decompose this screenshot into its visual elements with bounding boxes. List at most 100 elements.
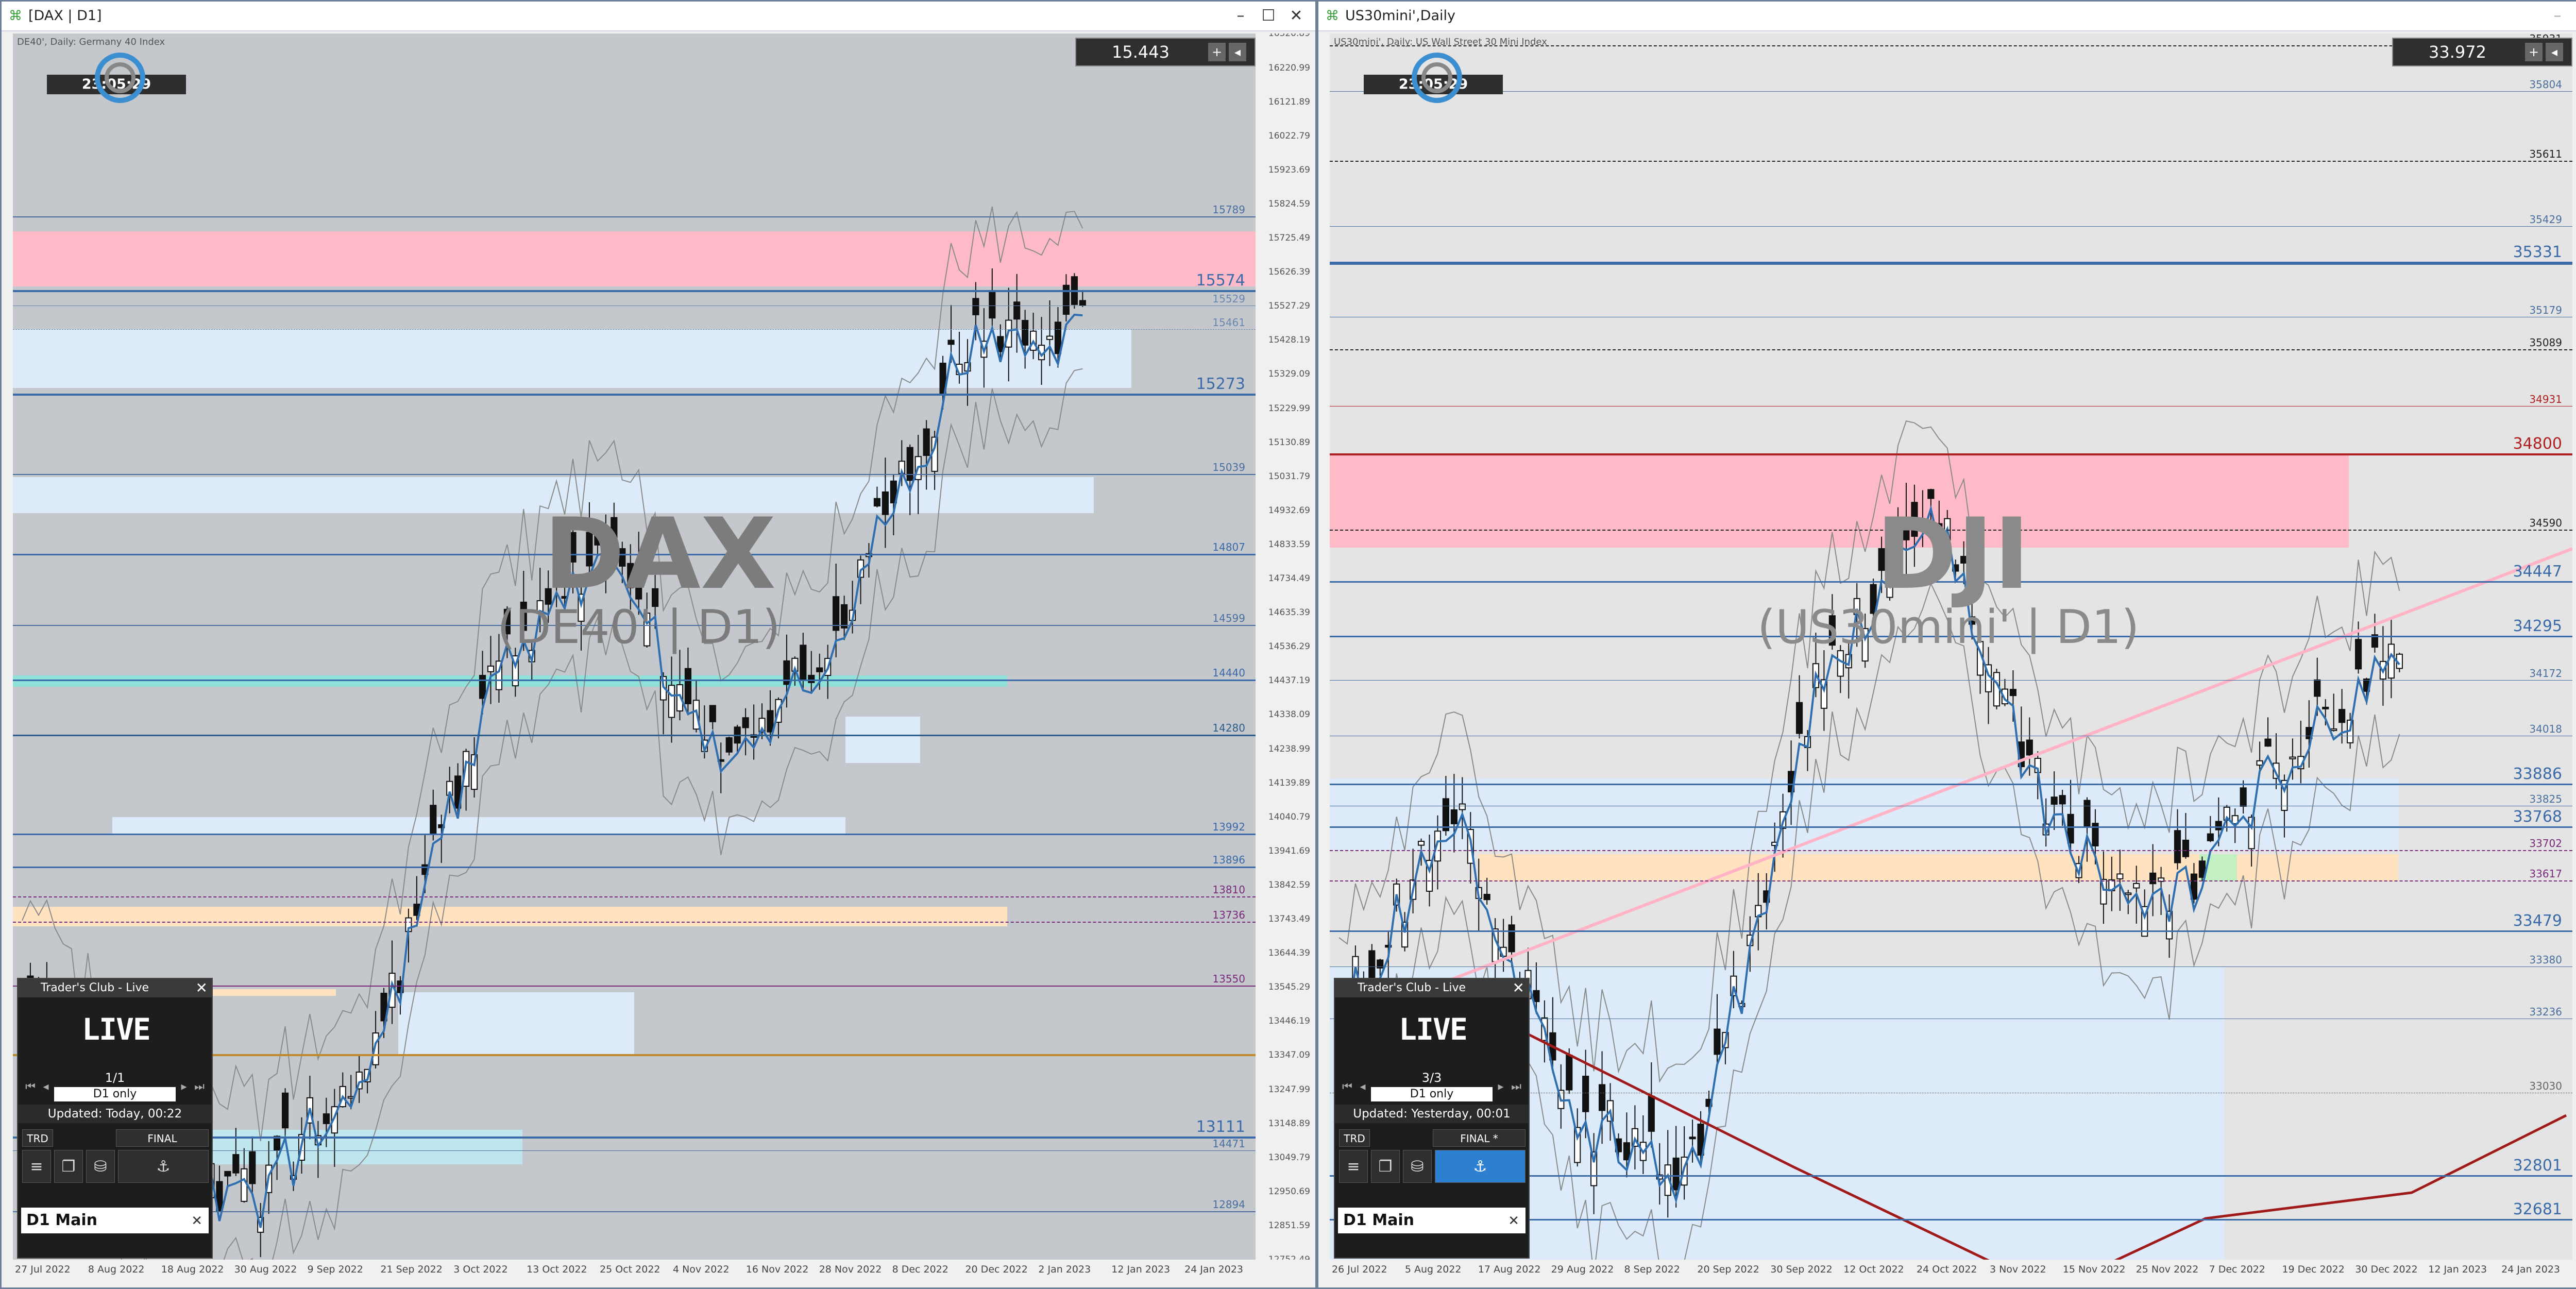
candle-body bbox=[2182, 839, 2190, 857]
maximize-button[interactable]: ☐ bbox=[2572, 5, 2576, 27]
level-line[interactable] bbox=[1330, 966, 2572, 967]
anchor-icon[interactable]: ⚓ bbox=[1435, 1150, 1526, 1183]
level-label: 33030 bbox=[2529, 1079, 2562, 1092]
price-scale[interactable]: 35963.2335866.2335769.0335671.9335574.73… bbox=[2573, 33, 2576, 1260]
windows-icon[interactable]: ❐ bbox=[1371, 1150, 1400, 1183]
profile-close-icon[interactable]: ✕ bbox=[1508, 1210, 1519, 1232]
time-tick: 17 Aug 2022 bbox=[1478, 1264, 1541, 1275]
level-label: 33825 bbox=[2529, 792, 2562, 805]
level-line[interactable] bbox=[13, 896, 1256, 897]
price-tick: 13049.79 bbox=[1268, 1152, 1310, 1163]
level-label: 33886 bbox=[2513, 765, 2562, 783]
title-bar[interactable]: ⌘ US30mini',Daily – ☐ ✕ bbox=[1318, 2, 2576, 31]
level-line[interactable] bbox=[1330, 226, 2572, 227]
price-scale[interactable]: 16320.89 16220.99 16121.89 16022.79 15923.69… bbox=[1257, 33, 1313, 1260]
maximize-button[interactable]: ☐ bbox=[1256, 5, 1281, 27]
panel-close-icon[interactable]: ✕ bbox=[196, 979, 208, 997]
level-line[interactable] bbox=[1330, 91, 2572, 92]
level-label: 13810 bbox=[1212, 883, 1245, 896]
candle-body bbox=[323, 1113, 330, 1124]
level-line[interactable] bbox=[1330, 783, 2572, 785]
level-line[interactable] bbox=[13, 216, 1256, 217]
spread-indicator[interactable]: 15.443 + ◂ bbox=[1075, 38, 1256, 66]
level-line[interactable] bbox=[13, 290, 1256, 293]
collapse-arrow-icon[interactable]: ◂ bbox=[2546, 43, 2563, 61]
database-icon[interactable]: ⛁ bbox=[86, 1150, 115, 1183]
level-line[interactable] bbox=[1330, 826, 2572, 828]
level-line[interactable] bbox=[1330, 930, 2572, 932]
price-tick: 15626.39 bbox=[1268, 267, 1310, 278]
level-line[interactable] bbox=[13, 834, 1256, 836]
level-line[interactable] bbox=[1330, 453, 2572, 456]
candle-body bbox=[2083, 800, 2091, 826]
price-tick: 15229.99 bbox=[1268, 403, 1310, 414]
expand-icon[interactable]: + bbox=[1208, 43, 1226, 61]
expand-icon[interactable]: + bbox=[2525, 43, 2543, 61]
final-toggle[interactable]: FINAL bbox=[116, 1129, 209, 1147]
timeframe-filter[interactable]: D1 only bbox=[1371, 1087, 1493, 1101]
title-bar[interactable]: ⌘ [DAX | D1] – ☐ ✕ bbox=[2, 2, 1315, 31]
level-line[interactable] bbox=[13, 473, 1256, 475]
time-axis[interactable]: 27 Jul 2022 8 Aug 2022 18 Aug 2022 30 Aug 2… bbox=[13, 1260, 1256, 1285]
price-tick: 15923.69 bbox=[1268, 164, 1310, 175]
final-toggle[interactable]: FINAL * bbox=[1433, 1129, 1526, 1147]
candle-body bbox=[2330, 728, 2337, 731]
brand-logo-icon bbox=[95, 53, 145, 103]
level-line[interactable] bbox=[13, 867, 1256, 869]
level-label: 14807 bbox=[1212, 540, 1245, 553]
anchor-icon[interactable]: ⚓ bbox=[118, 1150, 209, 1183]
time-tick: 28 Nov 2022 bbox=[819, 1264, 882, 1275]
level-label: 34295 bbox=[2513, 617, 2562, 636]
price-tick: 12851.59 bbox=[1268, 1220, 1310, 1231]
price-tick: 12752.49 bbox=[1268, 1254, 1310, 1260]
level-line[interactable] bbox=[13, 922, 1256, 923]
profile-close-icon[interactable]: ✕ bbox=[191, 1210, 202, 1232]
candle-body bbox=[281, 1092, 289, 1129]
level-line[interactable] bbox=[13, 393, 1256, 396]
trd-button[interactable]: TRD bbox=[22, 1129, 53, 1147]
time-axis[interactable]: 26 Jul 2022 5 Aug 2022 17 Aug 2022 29 Aug 2… bbox=[1330, 1260, 2572, 1285]
level-label: 35429 bbox=[2529, 213, 2562, 226]
minimize-button[interactable]: – bbox=[2545, 5, 2570, 27]
profile-name[interactable]: D1 Main bbox=[21, 1208, 209, 1233]
level-line[interactable] bbox=[13, 680, 1256, 682]
candle-body bbox=[1582, 1075, 1589, 1112]
candle-body bbox=[2289, 756, 2296, 759]
price-tick: 14833.59 bbox=[1268, 539, 1310, 550]
notes-icon[interactable]: ≡ bbox=[1339, 1150, 1368, 1183]
time-tick: 12 Jan 2023 bbox=[1111, 1264, 1171, 1275]
price-tick: 14734.49 bbox=[1268, 573, 1310, 584]
page-counter: 1/1 bbox=[105, 1071, 125, 1085]
panel-close-icon[interactable]: ✕ bbox=[1513, 979, 1524, 997]
level-line[interactable] bbox=[1330, 262, 2572, 265]
collapse-arrow-icon[interactable]: ◂ bbox=[1229, 43, 1246, 61]
timeframe-filter[interactable]: D1 only bbox=[54, 1087, 176, 1101]
candle-body bbox=[2026, 739, 2033, 756]
minimize-button[interactable]: – bbox=[1228, 5, 1253, 27]
candle-body bbox=[2338, 709, 2346, 723]
spread-indicator[interactable]: 33.972 + ◂ bbox=[2392, 38, 2572, 66]
time-tick: 8 Dec 2022 bbox=[892, 1264, 948, 1275]
trd-button[interactable]: TRD bbox=[1339, 1129, 1370, 1147]
profile-name[interactable]: D1 Main bbox=[1338, 1208, 1526, 1233]
price-tick: 13148.89 bbox=[1268, 1118, 1310, 1129]
level-line[interactable] bbox=[1330, 680, 2572, 681]
price-tick: 13446.19 bbox=[1268, 1016, 1310, 1027]
level-line[interactable] bbox=[1330, 349, 2572, 350]
level-line[interactable] bbox=[1330, 880, 2572, 882]
level-label: 33380 bbox=[2529, 953, 2562, 966]
windows-icon[interactable]: ❐ bbox=[54, 1150, 83, 1183]
live-banner: LIVE bbox=[1399, 1012, 1468, 1047]
level-line[interactable] bbox=[1330, 160, 2572, 162]
database-icon[interactable]: ⛁ bbox=[1403, 1150, 1432, 1183]
updated-status: Updated: Today, 00:22 bbox=[18, 1105, 212, 1123]
page-counter: 3/3 bbox=[1421, 1071, 1442, 1085]
price-tick: 16320.89 bbox=[1268, 33, 1310, 39]
level-line[interactable] bbox=[1330, 850, 2572, 851]
close-button[interactable]: ✕ bbox=[1283, 5, 1309, 27]
candle-body bbox=[2009, 689, 2016, 697]
level-line[interactable] bbox=[13, 735, 1256, 737]
level-line[interactable] bbox=[13, 329, 1256, 330]
notes-icon[interactable]: ≡ bbox=[22, 1150, 51, 1183]
time-tick: 2 Jan 2023 bbox=[1038, 1264, 1091, 1275]
